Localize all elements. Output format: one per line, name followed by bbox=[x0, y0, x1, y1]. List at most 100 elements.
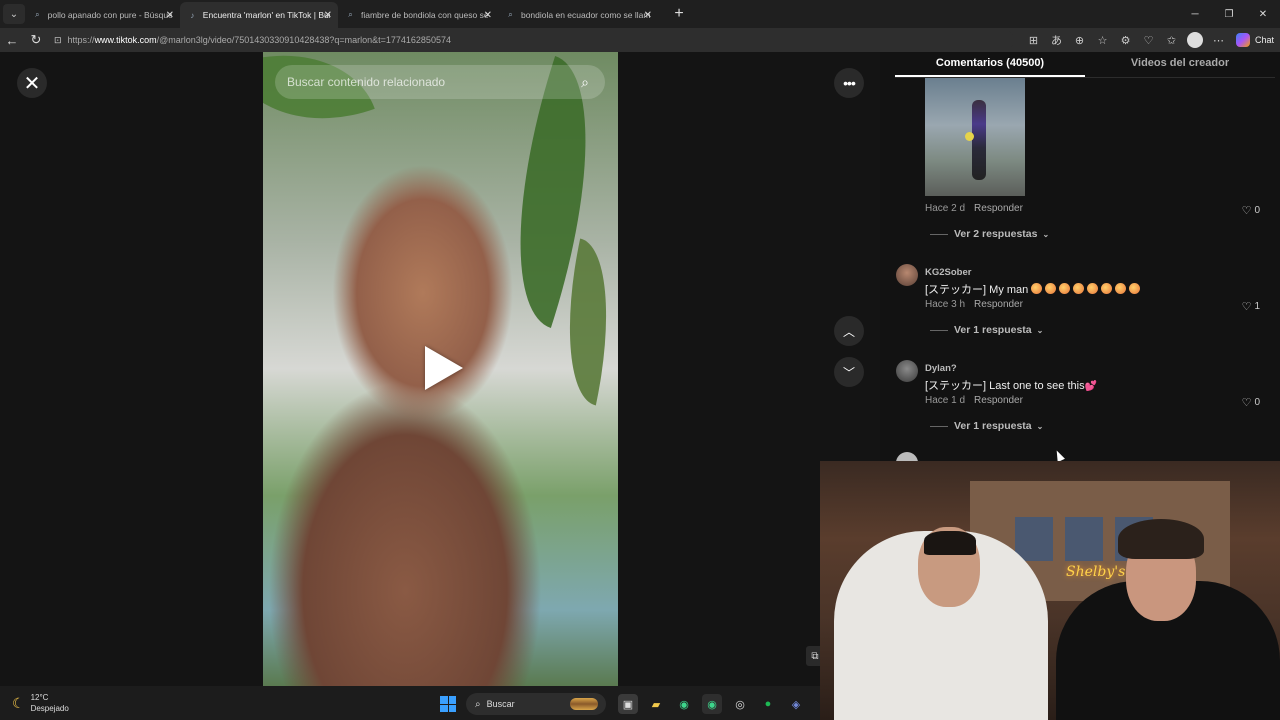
file-explorer-icon[interactable]: ▰ bbox=[646, 694, 666, 714]
recorder-icon[interactable]: ◎ bbox=[730, 694, 750, 714]
window-controls: ─ ❐ ✕ bbox=[1178, 0, 1280, 28]
weather-widget[interactable]: ☾ 12°C Despejado bbox=[12, 692, 69, 714]
comment-meta: Hace 3 h Responder bbox=[925, 299, 1023, 310]
emoji-icon bbox=[1115, 283, 1127, 294]
url-domain: www.tiktok.com bbox=[94, 35, 157, 45]
address-toolbar: ← ↻ ⊡ https://www.tiktok.com/@marlon3lg/… bbox=[0, 28, 1280, 52]
copilot-chat-button[interactable]: Chat bbox=[1236, 33, 1274, 47]
close-window-icon[interactable]: ✕ bbox=[1246, 0, 1280, 28]
next-video-button[interactable]: ﹀ bbox=[834, 357, 864, 387]
search-icon: ⌕ bbox=[348, 10, 353, 19]
view-replies-label: Ver 1 respuesta bbox=[954, 324, 1032, 336]
discord-icon[interactable]: ◈ bbox=[786, 694, 806, 714]
windows-taskbar: ☾ 12°C Despejado ⌕ Buscar ▣ ▰ ◉ ◉ ◎ ● ◈ bbox=[0, 686, 820, 720]
search-icon: ⌕ bbox=[508, 10, 513, 19]
like-button[interactable]: ♡ 0 bbox=[1242, 204, 1260, 217]
play-icon[interactable] bbox=[425, 346, 463, 390]
avatar[interactable] bbox=[896, 264, 918, 286]
address-field[interactable]: ⊡ https://www.tiktok.com/@marlon3lg/vide… bbox=[54, 30, 1014, 50]
search-icon: ⌕ bbox=[35, 10, 40, 19]
search-icon[interactable]: ⌕ bbox=[575, 72, 595, 92]
app-available-icon[interactable]: ⊞ bbox=[1022, 30, 1045, 50]
favorites-icon[interactable]: ✩ bbox=[1160, 30, 1183, 50]
view-replies-button[interactable]: Ver 1 respuesta ⌄ bbox=[930, 420, 1043, 432]
comment-text-content: [ステッカー] Last one to see this bbox=[925, 380, 1085, 392]
spotify-icon[interactable]: ● bbox=[758, 694, 778, 714]
comment-time: Hace 1 d bbox=[925, 395, 966, 406]
browser-tab-3[interactable]: ⌕ fiambre de bondiola con queso se ✕ bbox=[338, 2, 498, 28]
browser-tab-bar: ⌄ ⌕ pollo apanado con pure - Búsqued ✕ ♪… bbox=[0, 0, 1280, 28]
comment-image[interactable] bbox=[925, 78, 1025, 196]
browser-tab-4[interactable]: ⌕ bondiola en ecuador como se llam ✕ bbox=[498, 2, 658, 28]
weather-condition: Despejado bbox=[30, 704, 69, 713]
search-highlight-image bbox=[570, 698, 598, 710]
tab-creator-videos[interactable]: Videos del creador bbox=[1085, 52, 1275, 77]
tab-comments[interactable]: Comentarios (40500) bbox=[895, 52, 1085, 77]
task-view-icon[interactable]: ▣ bbox=[618, 694, 638, 714]
browser-essentials-icon[interactable]: ♡ bbox=[1137, 30, 1160, 50]
new-tab-button[interactable]: + bbox=[670, 5, 688, 23]
reply-button[interactable]: Responder bbox=[974, 395, 1023, 406]
emoji-icon bbox=[1129, 283, 1141, 294]
more-options-button[interactable]: ••• bbox=[834, 68, 864, 98]
view-replies-button[interactable]: Ver 2 respuestas ⌄ bbox=[930, 228, 1049, 240]
favorite-star-icon[interactable]: ☆ bbox=[1091, 30, 1114, 50]
comment-username[interactable]: Dylan? bbox=[925, 363, 957, 374]
close-tab-icon[interactable]: ✕ bbox=[166, 10, 174, 21]
zoom-icon[interactable]: ⊕ bbox=[1068, 30, 1091, 50]
view-replies-label: Ver 1 respuesta bbox=[954, 420, 1032, 432]
avatar[interactable] bbox=[896, 360, 918, 382]
related-search-input[interactable]: Buscar contenido relacionado ⌕ bbox=[275, 65, 605, 99]
extensions-icon[interactable]: ⚙ bbox=[1114, 30, 1137, 50]
close-tab-icon[interactable]: ✕ bbox=[324, 10, 332, 21]
edge-browser-icon[interactable]: ◉ bbox=[674, 694, 694, 714]
emoji-icon bbox=[1031, 283, 1043, 294]
back-button[interactable]: ← bbox=[0, 28, 24, 52]
emoji-icon bbox=[1059, 283, 1071, 294]
tab-title: bondiola en ecuador como se llam bbox=[520, 10, 650, 20]
comment-text-content: [ステッカー] My man bbox=[925, 284, 1029, 296]
taskbar-search[interactable]: ⌕ Buscar bbox=[466, 693, 606, 715]
search-icon: ⌕ bbox=[475, 698, 481, 710]
neon-sign: Shelby's bbox=[1066, 564, 1126, 580]
site-info-icon[interactable]: ⊡ bbox=[54, 35, 62, 46]
close-tab-icon[interactable]: ✕ bbox=[484, 10, 492, 21]
video-viewer: ✕ Buscar contenido relacionado ⌕ ••• ︿ ﹀… bbox=[0, 52, 880, 686]
restore-icon[interactable]: ❐ bbox=[1212, 0, 1246, 28]
reply-button[interactable]: Responder bbox=[974, 299, 1023, 310]
heart-icon: ♡ bbox=[1241, 205, 1252, 217]
refresh-button[interactable]: ↻ bbox=[24, 28, 48, 52]
comments-panel: Comentarios (40500) Videos del creador H… bbox=[880, 52, 1280, 462]
url-prefix: https:// bbox=[67, 35, 95, 45]
like-button[interactable]: ♡ 0 bbox=[1242, 396, 1260, 409]
chat-label: Chat bbox=[1255, 35, 1275, 45]
chevron-down-icon: ⌄ bbox=[1042, 229, 1050, 239]
windows-start-icon[interactable] bbox=[440, 696, 456, 712]
image-person bbox=[972, 100, 986, 180]
view-replies-label: Ver 2 respuestas bbox=[954, 228, 1038, 240]
tab-actions-menu-button[interactable]: ⌄ bbox=[3, 4, 25, 24]
panel-tabs: Comentarios (40500) Videos del creador bbox=[895, 52, 1275, 78]
browser-tab-1[interactable]: ⌕ pollo apanado con pure - Búsqued ✕ bbox=[25, 2, 180, 28]
emoji-icon bbox=[1045, 283, 1057, 294]
reply-button[interactable]: Responder bbox=[974, 203, 1023, 214]
like-button[interactable]: ♡ 1 bbox=[1242, 300, 1260, 313]
minimize-icon[interactable]: ─ bbox=[1178, 0, 1212, 28]
comment-username[interactable]: KG2Sober bbox=[925, 267, 971, 278]
view-replies-button[interactable]: Ver 1 respuesta ⌄ bbox=[930, 324, 1043, 336]
browser-tab-2[interactable]: ♪ Encuentra 'marlon' en TikTok | Bus ✕ bbox=[180, 2, 338, 28]
tiktok-icon: ♪ bbox=[190, 10, 195, 20]
close-video-button[interactable]: ✕ bbox=[17, 68, 47, 98]
video-player[interactable]: Buscar contenido relacionado ⌕ bbox=[263, 52, 618, 686]
translate-icon[interactable]: あ bbox=[1045, 30, 1068, 50]
profile-avatar[interactable] bbox=[1187, 32, 1203, 48]
comment-time: Hace 2 d bbox=[925, 203, 966, 214]
temperature: 12°C bbox=[30, 693, 49, 702]
wall-poster bbox=[1065, 517, 1103, 561]
previous-video-button[interactable]: ︿ bbox=[834, 316, 864, 346]
settings-more-icon[interactable]: ⋯ bbox=[1207, 30, 1230, 50]
edge-active-icon[interactable]: ◉ bbox=[702, 694, 722, 714]
close-tab-icon[interactable]: ✕ bbox=[644, 10, 652, 21]
divider bbox=[930, 329, 948, 331]
chevron-down-icon: ⌄ bbox=[1036, 421, 1044, 431]
